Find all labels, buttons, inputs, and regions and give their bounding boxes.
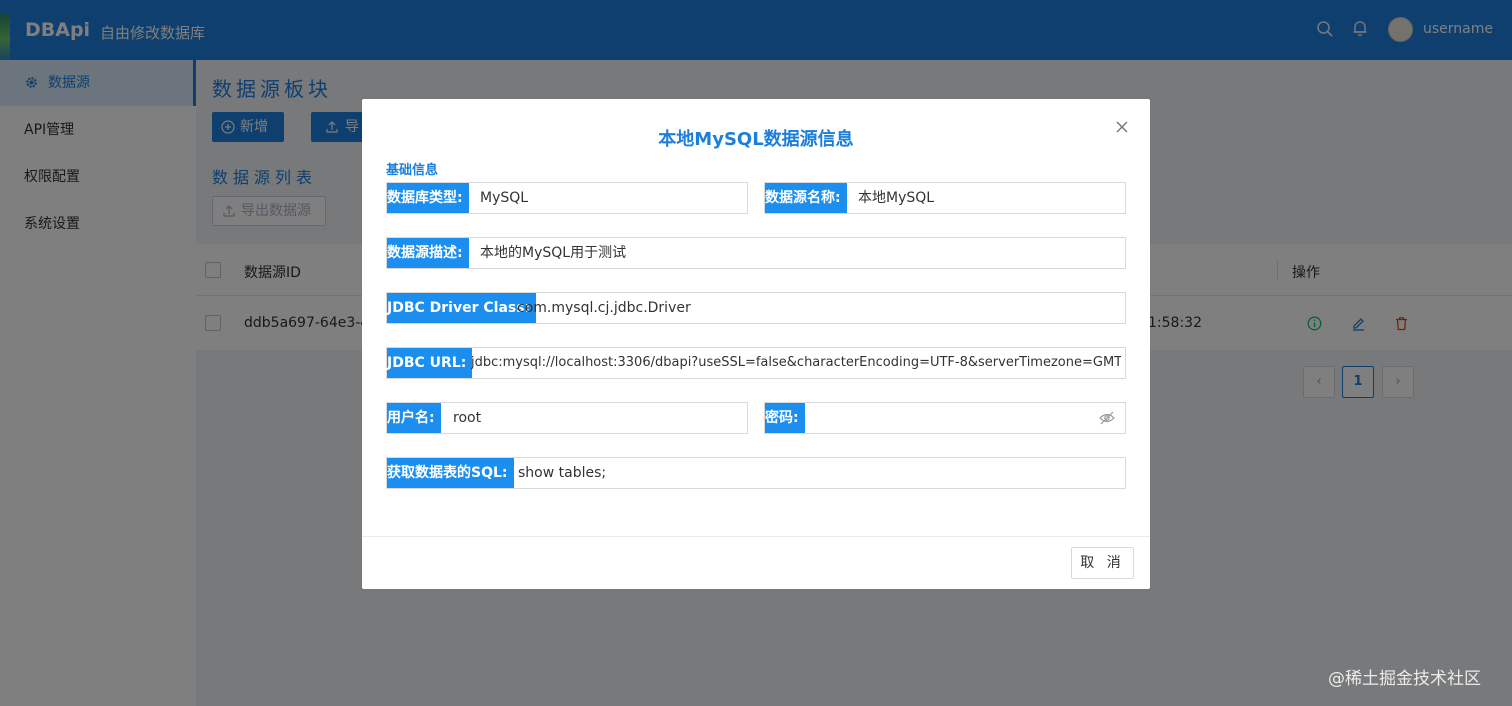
basic-info-heading: 基础信息	[386, 163, 439, 178]
jdbc-url-value: jdbc:mysql://localhost:3306/dbapi?useSSL…	[471, 355, 1121, 370]
table-sql-field[interactable]: 获取数据表的SQL: show tables;	[386, 457, 1126, 489]
ds-name-label: 数据源名称:	[765, 183, 847, 213]
password-label: 密码:	[765, 403, 805, 433]
ds-desc-field[interactable]: 数据源描述: 本地的MySQL用于测试	[386, 237, 1126, 269]
eye-off-icon[interactable]	[1099, 411, 1115, 425]
username-value: root	[453, 410, 482, 426]
close-icon[interactable]	[1114, 119, 1130, 135]
username-label: 用户名:	[387, 403, 441, 433]
ds-desc-label: 数据源描述:	[387, 238, 469, 268]
db-type-label: 数据库类型:	[387, 183, 469, 213]
jdbc-url-label: JDBC URL:	[387, 348, 473, 378]
password-field[interactable]: 密码:	[764, 402, 1126, 434]
modal-footer-divider	[362, 536, 1150, 537]
db-type-value: MySQL	[480, 190, 529, 206]
jdbc-driver-label: JDBC Driver Class:	[387, 293, 537, 323]
datasource-info-modal: 本地MySQL数据源信息 基础信息 数据库类型: MySQL 数据源名称: 本地…	[362, 99, 1150, 589]
db-type-field[interactable]: 数据库类型: MySQL	[386, 182, 748, 214]
cancel-button[interactable]: 取 消	[1071, 547, 1134, 579]
table-sql-label: 获取数据表的SQL:	[387, 458, 514, 488]
jdbc-driver-field[interactable]: JDBC Driver Class: com.mysql.cj.jdbc.Dri…	[386, 292, 1126, 324]
jdbc-driver-value: com.mysql.cj.jdbc.Driver	[517, 300, 691, 316]
ds-desc-value: 本地的MySQL用于测试	[480, 245, 627, 261]
ds-name-value: 本地MySQL	[858, 190, 935, 206]
password-value	[815, 403, 1091, 433]
username-field[interactable]: 用户名: root	[386, 402, 748, 434]
jdbc-url-field[interactable]: JDBC URL: jdbc:mysql://localhost:3306/db…	[386, 347, 1126, 379]
watermark: @稀土掘金技术社区	[1328, 669, 1481, 689]
modal-title: 本地MySQL数据源信息	[658, 129, 854, 150]
table-sql-value: show tables;	[518, 465, 607, 481]
ds-name-field[interactable]: 数据源名称: 本地MySQL	[764, 182, 1126, 214]
